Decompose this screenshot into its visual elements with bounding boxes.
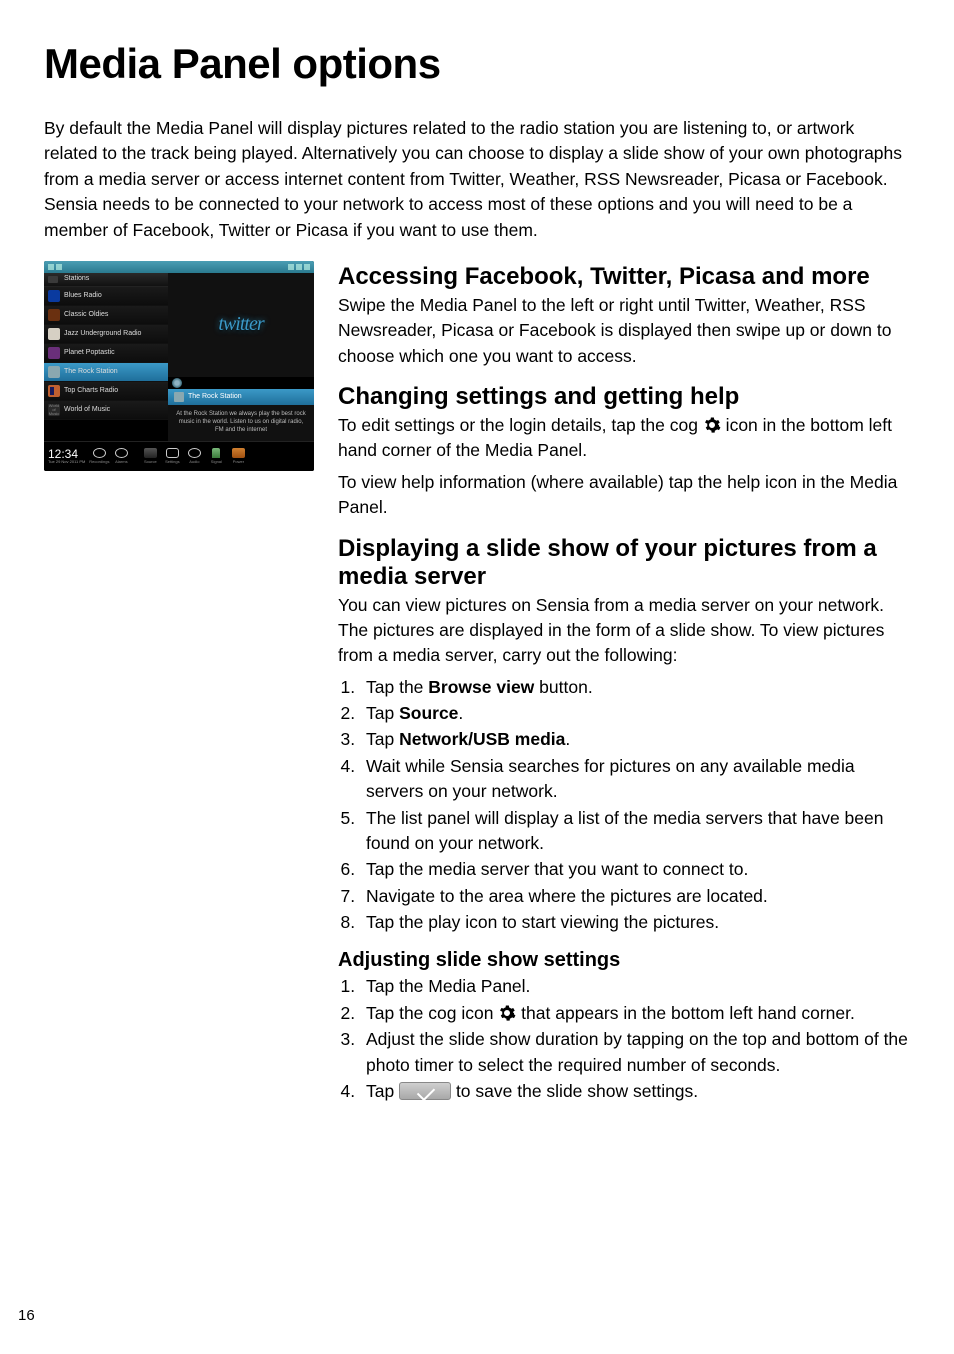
station-item: WorldofMusicWorld of Music	[44, 401, 168, 420]
body-text: To edit settings or the login details, t…	[338, 413, 910, 464]
cog-icon	[498, 1004, 516, 1022]
list-item: Tap to save the slide show settings.	[360, 1079, 910, 1104]
instruction-list: Tap the Media Panel. Tap the cog icon th…	[338, 974, 910, 1104]
source-icon: Source	[142, 448, 158, 464]
station-item: Planet Poptastic	[44, 344, 168, 363]
body-text: To view help information (where availabl…	[338, 470, 910, 521]
section-heading: Changing settings and getting help	[338, 383, 910, 411]
station-item: Jazz Underground Radio	[44, 325, 168, 344]
media-panel-logo: twitter	[168, 273, 314, 377]
list-item: Tap the Media Panel.	[360, 974, 910, 999]
list-item: Tap the Browse view button.	[360, 675, 910, 700]
instruction-list: Tap the Browse view button. Tap Source. …	[338, 675, 910, 936]
alarms-icon: Alarms	[113, 448, 129, 464]
recordings-icon: Recordings	[91, 448, 107, 464]
globe-icon	[172, 378, 182, 388]
page-number: 16	[18, 1307, 35, 1324]
body-text: You can view pictures on Sensia from a m…	[338, 593, 910, 669]
list-item: Tap the media server that you want to co…	[360, 857, 910, 882]
page-title: Media Panel options	[44, 40, 910, 88]
list-item: The list panel will display a list of th…	[360, 806, 910, 857]
subsection-heading: Adjusting slide show settings	[338, 949, 910, 972]
settings-icon: Settings	[164, 448, 180, 464]
audio-icon: Audio	[186, 448, 202, 464]
body-text: Swipe the Media Panel to the left or rig…	[338, 293, 910, 369]
power-icon: Power	[230, 448, 246, 464]
list-item: Tap the cog icon that appears in the bot…	[360, 1001, 910, 1026]
station-item-selected: The Rock Station	[44, 363, 168, 382]
list-item: Navigate to the area where the pictures …	[360, 884, 910, 909]
save-button-icon	[399, 1082, 451, 1100]
clock: 12:34Tue 29 Nov 2011 PM	[48, 448, 85, 464]
list-item: Tap Source.	[360, 701, 910, 726]
device-screenshot: Stations Blues Radio Classic Oldies Jazz…	[44, 261, 314, 471]
now-playing-bar: The Rock Station	[168, 389, 314, 405]
station-list-header: Stations	[44, 273, 168, 287]
station-item: Classic Oldies	[44, 306, 168, 325]
intro-paragraph: By default the Media Panel will display …	[44, 116, 910, 243]
station-item: Blues Radio	[44, 287, 168, 306]
cog-icon	[703, 416, 721, 434]
section-heading: Accessing Facebook, Twitter, Picasa and …	[338, 263, 910, 291]
list-item: Adjust the slide show duration by tappin…	[360, 1027, 910, 1078]
list-item: Tap Network/USB media.	[360, 727, 910, 752]
list-item: Wait while Sensia searches for pictures …	[360, 754, 910, 805]
section-heading: Displaying a slide show of your pictures…	[338, 535, 910, 591]
signal-icon: Signal	[208, 448, 224, 464]
station-description: At the Rock Station we always play the b…	[168, 405, 314, 441]
list-item: Tap the play icon to start viewing the p…	[360, 910, 910, 935]
station-item: Top Charts Radio	[44, 382, 168, 401]
